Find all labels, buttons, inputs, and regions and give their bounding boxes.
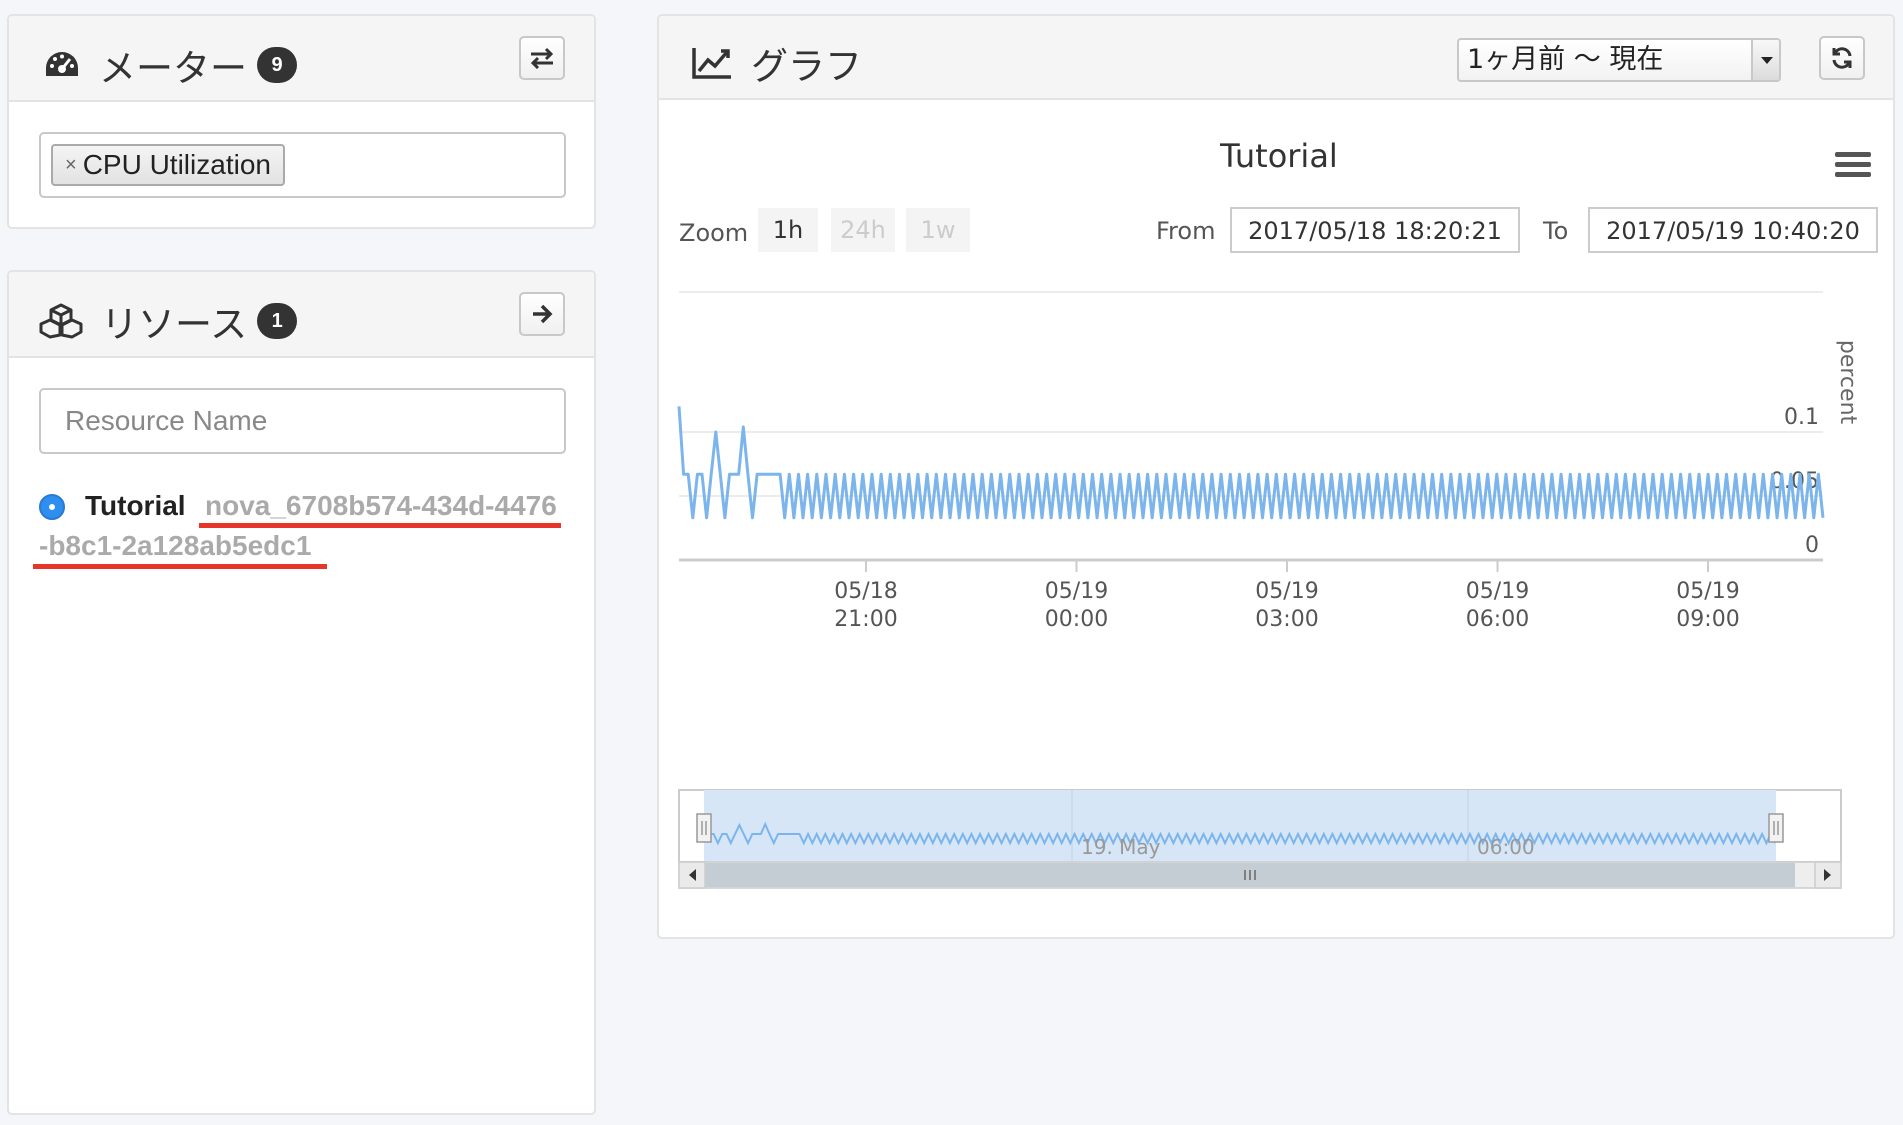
zoom-label: Zoom — [679, 219, 748, 247]
resource-title-text: リソース — [101, 303, 248, 346]
zoom-1h-button[interactable]: 1h — [758, 208, 818, 252]
resource-search-input[interactable] — [39, 388, 566, 454]
series-line — [677, 406, 1825, 520]
meter-panel: メーター 9 × CPU Utilization — [7, 14, 596, 229]
navigator-label: 06:00 — [1477, 835, 1535, 859]
x-tick-label: 05/19 — [1676, 579, 1739, 604]
resource-next-button[interactable] — [519, 292, 565, 336]
x-tick-label: 05/19 — [1255, 579, 1318, 604]
scroll-right-icon[interactable] — [1814, 861, 1842, 889]
meter-tag: × CPU Utilization — [51, 144, 285, 186]
x-tick-label: 05/18 — [834, 579, 897, 604]
x-tick-label: 09:00 — [1676, 607, 1739, 632]
refresh-icon — [1832, 47, 1852, 69]
y-axis-title: percent — [1835, 340, 1860, 425]
navigator-scrollbar[interactable] — [678, 861, 1842, 889]
y-axis-ticks: 0.10.050 — [1770, 405, 1819, 558]
hamburger-menu-icon[interactable] — [1835, 152, 1871, 177]
from-date-field[interactable]: 2017/05/18 18:20:21 — [1230, 207, 1520, 253]
meter-panel-header: メーター 9 — [9, 16, 594, 102]
from-date-value: 2017/05/18 18:20:21 — [1248, 217, 1502, 245]
resource-count-badge: 1 — [257, 303, 298, 339]
to-date-value: 2017/05/19 10:40:20 — [1606, 217, 1860, 245]
highlight-underline — [33, 564, 327, 569]
y-tick-label: 0.1 — [1784, 405, 1819, 430]
refresh-button[interactable] — [1819, 36, 1865, 80]
x-tick-label: 03:00 — [1255, 607, 1318, 632]
x-tick-label: 06:00 — [1466, 607, 1529, 632]
meter-tag-label: CPU Utilization — [82, 149, 271, 180]
x-tick-label: 05/19 — [1466, 579, 1529, 604]
line-chart-icon — [692, 48, 731, 79]
resource-id-line1: nova_6708b574-434d-4476 — [205, 490, 557, 521]
resource-panel-title: リソース 1 — [39, 294, 298, 348]
zoom-1w-button[interactable]: 1w — [906, 208, 970, 252]
arrow-right-icon — [533, 304, 553, 324]
resource-id-line2: -b8c1-2a128ab5edc1 — [39, 530, 312, 561]
y-tick-label: 0 — [1805, 533, 1819, 558]
navigator-right-handle[interactable] — [1768, 813, 1784, 843]
graph-panel-title: グラフ — [691, 36, 862, 90]
zoom-1w-label: 1w — [921, 216, 956, 244]
grid-lines — [679, 291, 1823, 562]
resource-name[interactable]: Tutorial — [85, 490, 186, 522]
dashboard-icon — [46, 52, 78, 76]
navigator-label: 19. May — [1081, 835, 1161, 859]
scroll-left-icon[interactable] — [678, 861, 706, 889]
cpu-chart: Tutorial Zoom 1h 24h 1w From 2017/05/18 … — [677, 137, 1878, 889]
highlight-underline — [199, 523, 561, 528]
meter-count-badge: 9 — [257, 47, 297, 83]
graph-panel: グラフ 1ヶ月前 〜 現在 Tutorial Zoom 1h 24h 1w Fr… — [657, 14, 1895, 939]
resource-panel-header: リソース 1 — [9, 272, 594, 358]
to-date-field[interactable]: 2017/05/19 10:40:20 — [1588, 207, 1878, 253]
chevron-down-icon — [1751, 40, 1779, 80]
swap-button[interactable] — [519, 36, 565, 80]
navigator-left-handle[interactable] — [696, 813, 712, 843]
zoom-24h-label: 24h — [840, 216, 886, 244]
navigator[interactable]: 19. May 06:00 — [678, 789, 1842, 863]
chart-title: Tutorial — [1219, 137, 1338, 175]
resource-radio[interactable] — [39, 494, 65, 520]
zoom-1h-label: 1h — [773, 216, 803, 244]
range-select[interactable]: 1ヶ月前 〜 現在 — [1457, 38, 1781, 82]
x-tick-label: 00:00 — [1045, 607, 1108, 632]
to-label: To — [1542, 217, 1568, 245]
meter-panel-title: メーター 9 — [43, 38, 297, 92]
cubes-icon — [39, 303, 83, 339]
x-tick-label: 21:00 — [834, 607, 897, 632]
resource-panel: リソース 1 Tutorial nova_6708b574-434d-4476 … — [7, 270, 596, 1115]
tag-remove-icon[interactable]: × — [65, 154, 77, 177]
swap-arrows-icon — [530, 47, 554, 69]
x-axis-ticks: 05/18 21:00 05/19 00:00 05/19 03:00 05/19 06:00… — [834, 560, 1740, 632]
zoom-24h-button[interactable]: 24h — [831, 208, 895, 252]
meter-title-text: メーター — [99, 47, 247, 90]
range-select-value: 1ヶ月前 〜 現在 — [1467, 44, 1664, 75]
from-label: From — [1156, 217, 1215, 245]
graph-title-text: グラフ — [751, 45, 862, 88]
graph-panel-header: グラフ 1ヶ月前 〜 現在 — [659, 16, 1893, 100]
x-tick-label: 05/19 — [1045, 579, 1108, 604]
meter-tag-input[interactable]: × CPU Utilization — [39, 132, 566, 198]
